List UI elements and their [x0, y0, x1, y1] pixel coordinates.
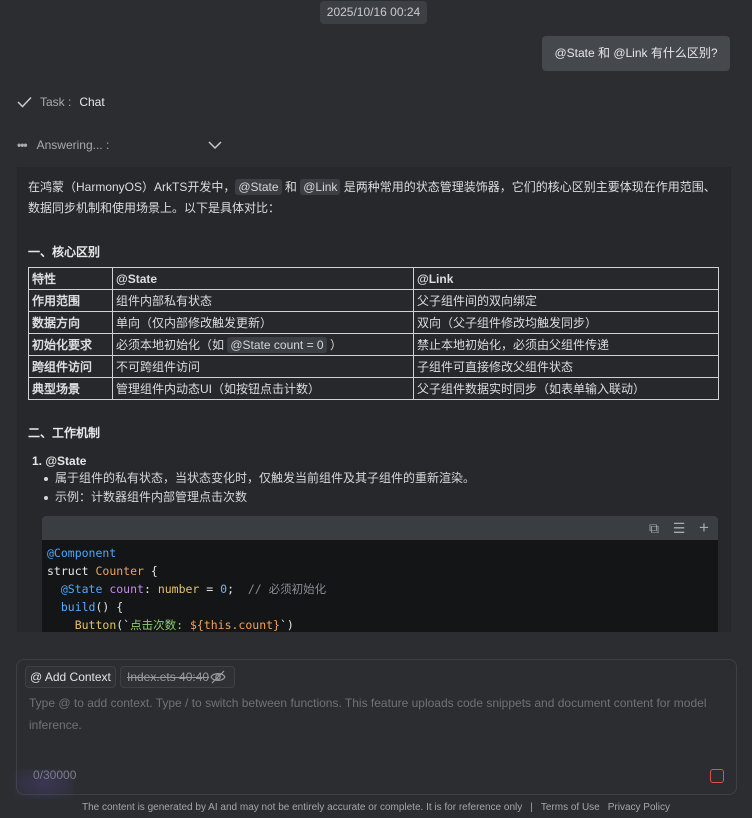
table-cell: 父子组件间的双向绑定 [413, 289, 719, 312]
table-cell: 典型场景 [28, 377, 113, 400]
code-token: @Component [47, 546, 117, 560]
task-label: Task : [40, 95, 72, 109]
table-cell: 单向（仅内部修改触发更新） [112, 311, 414, 334]
code-token: () { [95, 600, 124, 614]
table-cell: 作用范围 [28, 289, 113, 312]
table-row: 初始化要求 必须本地初始化（如 @State count = 0 ） 禁止本地初… [28, 333, 719, 356]
terms-link[interactable]: Terms of Use [541, 802, 600, 813]
eye-off-icon[interactable] [210, 670, 226, 684]
table-cell: 父子组件数据实时同步（如表单输入联动） [413, 377, 719, 400]
table-header-cell: @State [112, 267, 414, 290]
checkmark-icon [17, 96, 32, 108]
table-cell: 双向（父子组件修改均触发同步） [413, 311, 719, 334]
table-cell-text: 必须本地初始化（如 [116, 338, 225, 352]
context-file-name: Index.ets 40:40 [127, 670, 210, 684]
footer: The content is generated by AI and may n… [0, 800, 752, 816]
comparison-table: 特性 @State @Link 作用范围 组件内部私有状态 父子组件间的双向绑定… [28, 267, 719, 400]
table-row: 跨组件访问 不可跨组件访问 子组件可直接修改父组件状态 [28, 355, 719, 378]
add-context-button[interactable]: @ Add Context [25, 666, 116, 688]
code-token: // 必须初始化 [247, 582, 327, 596]
section-heading-2: 二、工作机制 [28, 426, 101, 440]
task-value: Chat [79, 95, 105, 109]
table-cell: 组件内部私有状态 [112, 289, 414, 312]
intro-text-1: 在鸿蒙（HarmonyOS）ArkTS开发中， [28, 180, 236, 194]
table-row: 数据方向 单向（仅内部修改触发更新） 双向（父子组件修改均触发同步） [28, 311, 719, 334]
disclaimer-text: The content is generated by AI and may n… [81, 802, 523, 813]
list-item: 示例：计数器组件内部管理点击次数 [28, 488, 721, 507]
plus-icon[interactable]: + [696, 519, 712, 536]
table-cell: 初始化要求 [28, 333, 113, 356]
chat-input-box[interactable]: @ Add Context Index.ets 40:40 Type @ to … [16, 659, 737, 795]
table-header-row: 特性 @State @Link [28, 267, 719, 290]
inline-code-state: @State [235, 179, 282, 195]
table-header-cell: @Link [413, 267, 719, 290]
section-heading-1: 一、核心区别 [28, 245, 101, 259]
code-token: : [143, 582, 158, 596]
task-status-row: Task : Chat [17, 93, 105, 111]
inline-code-init: @State count = 0 [227, 337, 327, 353]
table-cell: 跨组件访问 [28, 355, 113, 378]
answer-intro: 在鸿蒙（HarmonyOS）ArkTS开发中， @State 和 @Link 是两… [28, 177, 723, 219]
privacy-link[interactable]: Privacy Policy [608, 802, 670, 813]
loading-dots-icon: ••• [17, 138, 28, 152]
table-cell-text: ） [329, 338, 342, 352]
table-row: 典型场景 管理组件内动态UI（如按钮点击计数） 父子组件数据实时同步（如表单输入… [28, 377, 719, 400]
chat-input-placeholder[interactable]: Type @ to add context. Type / to switch … [29, 692, 719, 736]
footer-separator: | [530, 802, 533, 813]
table-cell: 管理组件内动态UI（如按钮点击计数） [112, 377, 414, 400]
answer-content: 在鸿蒙（HarmonyOS）ArkTS开发中， @State 和 @Link 是两… [17, 167, 731, 632]
context-file-chip[interactable]: Index.ets 40:40 [120, 666, 235, 688]
answering-toggle[interactable]: ••• Answering... : [17, 136, 222, 154]
code-token: `) [279, 618, 294, 632]
code-token: build [60, 600, 96, 614]
list-item-title: 1. @State [32, 454, 87, 468]
intro-text-2: 和 [281, 180, 301, 194]
table-cell: 必须本地初始化（如 @State count = 0 ） [112, 333, 414, 356]
code-token: { [143, 564, 158, 578]
bullet-list: 属于组件的私有状态，当状态变化时，仅触发当前组件及其子组件的重新渲染。 示例：计… [28, 469, 721, 507]
code-token: count [109, 582, 144, 596]
code-token: Counter [95, 564, 144, 578]
character-counter: 0/30000 [33, 768, 77, 782]
code-block: @Component struct Counter { @State count… [42, 540, 718, 632]
table-cell: 不可跨组件访问 [112, 355, 414, 378]
user-message-bubble: @State 和 @Link 有什么区别? [542, 36, 730, 71]
message-timestamp: 2025/10/16 00:24 [320, 1, 427, 24]
inline-code-link: @Link [300, 179, 341, 195]
code-token: (` [116, 618, 131, 632]
code-token: ; [227, 582, 248, 596]
table-cell: 数据方向 [28, 311, 113, 334]
table-cell: 禁止本地初始化，必须由父组件传递 [413, 333, 719, 356]
list-menu-icon[interactable]: ☰ [671, 520, 687, 536]
table-header-cell: 特性 [28, 267, 113, 290]
code-token: ${this.count} [189, 618, 280, 632]
chevron-down-icon[interactable] [208, 136, 222, 154]
copy-icon[interactable]: ⧉ [646, 520, 662, 536]
table-row: 作用范围 组件内部私有状态 父子组件间的双向绑定 [28, 289, 719, 312]
code-block-toolbar: ⧉ ☰ + [42, 516, 718, 540]
code-token: Button [74, 618, 117, 632]
table-cell: 子组件可直接修改父组件状态 [413, 355, 719, 378]
code-token: = [199, 582, 221, 596]
code-token: @State [60, 582, 110, 596]
stop-generation-button[interactable] [710, 769, 724, 783]
code-token: 点击次数: [130, 618, 190, 632]
code-token: struct [47, 564, 96, 578]
answering-label: Answering... : [36, 138, 110, 152]
list-item: 属于组件的私有状态，当状态变化时，仅触发当前组件及其子组件的重新渲染。 [28, 469, 721, 488]
code-token: number [157, 582, 200, 596]
